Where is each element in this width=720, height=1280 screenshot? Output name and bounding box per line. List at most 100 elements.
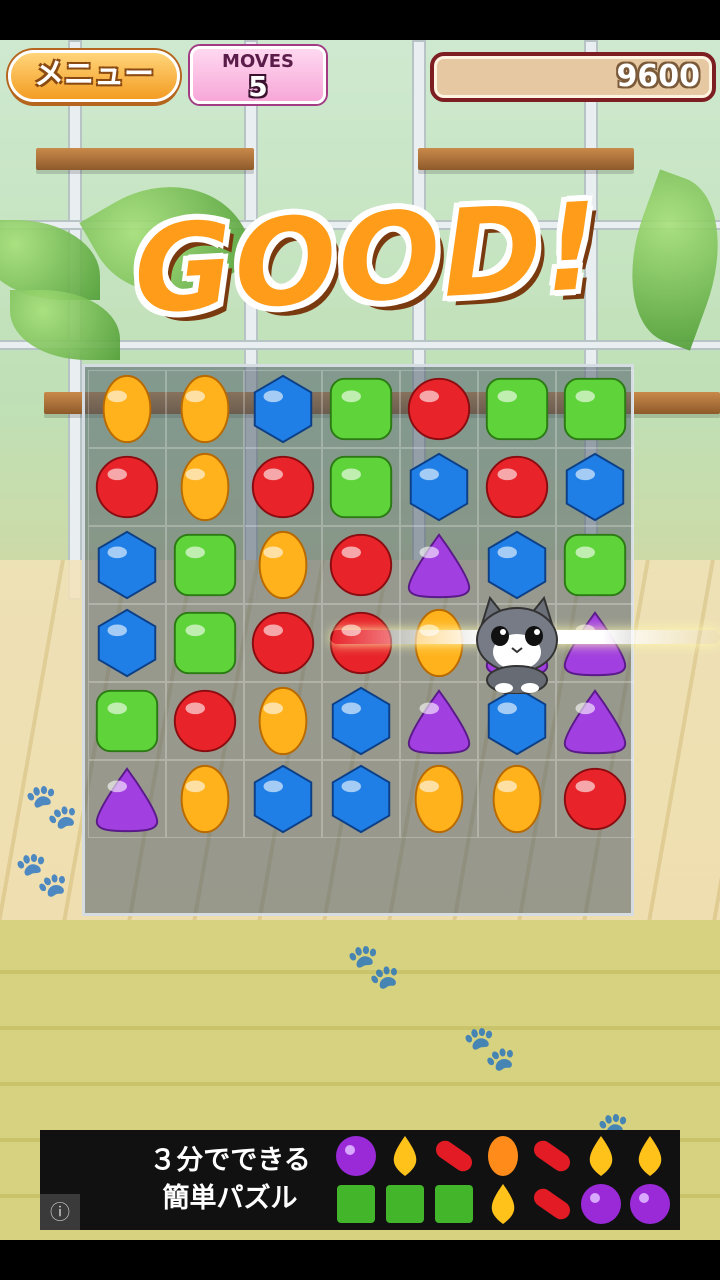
- red-candy-icon: [95, 455, 159, 519]
- combo-popup-text: GOOD!: [130, 177, 605, 341]
- orange-oval-icon: [488, 1136, 518, 1176]
- blue-candy-icon: [487, 530, 547, 600]
- purple-flower-icon: [581, 1184, 621, 1224]
- yellow-drop-icon: [638, 1136, 662, 1176]
- red-candy-icon: [173, 689, 237, 753]
- board-cell[interactable]: [244, 370, 322, 448]
- board-cell[interactable]: [400, 448, 478, 526]
- orange-candy-icon: [180, 374, 230, 444]
- red-candy-icon: [251, 611, 315, 675]
- green-square-icon: [337, 1185, 375, 1223]
- menu-button[interactable]: メニュー: [8, 50, 180, 102]
- green-candy-icon: [563, 533, 627, 597]
- paw-print-icon: 🐾: [14, 849, 69, 900]
- red-candy-icon: [407, 377, 471, 441]
- board-cell[interactable]: [166, 760, 244, 838]
- purple-candy-icon: [407, 689, 471, 755]
- orange-candy-icon: [180, 452, 230, 522]
- ad-candy-grid: [336, 1136, 670, 1224]
- board-cell[interactable]: [478, 448, 556, 526]
- blue-candy-icon: [253, 374, 313, 444]
- board-cell[interactable]: [166, 526, 244, 604]
- board-cell[interactable]: [166, 448, 244, 526]
- blue-candy-icon: [331, 686, 391, 756]
- board-cell[interactable]: [244, 682, 322, 760]
- green-candy-icon: [173, 611, 237, 675]
- board-cell[interactable]: [88, 526, 166, 604]
- board-cell[interactable]: [88, 370, 166, 448]
- green-square-icon: [435, 1185, 473, 1223]
- paw-print-icon: 🐾: [24, 781, 79, 832]
- orange-candy-icon: [102, 374, 152, 444]
- ad-text: ３分でできる 簡単パズル: [110, 1142, 350, 1218]
- board-cell[interactable]: [400, 526, 478, 604]
- board-cell[interactable]: [88, 448, 166, 526]
- board-cell[interactable]: [244, 604, 322, 682]
- board-cell[interactable]: [322, 448, 400, 526]
- board-cell[interactable]: [322, 370, 400, 448]
- red-candy-icon: [485, 455, 549, 519]
- orange-candy-icon: [258, 686, 308, 756]
- board-cell[interactable]: [556, 370, 634, 448]
- green-candy-icon: [485, 377, 549, 441]
- board-cell[interactable]: [478, 526, 556, 604]
- paw-print-icon: 🐾: [462, 1023, 517, 1074]
- board-cell[interactable]: [556, 448, 634, 526]
- yellow-drop-icon: [589, 1136, 613, 1176]
- green-square-icon: [386, 1185, 424, 1223]
- red-bean-icon: [533, 1140, 571, 1172]
- red-bean-icon: [533, 1188, 571, 1220]
- green-candy-icon: [329, 377, 393, 441]
- plant-leaf: [605, 169, 720, 351]
- board-cell[interactable]: [478, 370, 556, 448]
- wooden-shelf: [418, 148, 634, 170]
- status-bar: [0, 0, 720, 40]
- purple-candy-icon: [407, 533, 471, 599]
- green-candy-icon: [563, 377, 627, 441]
- blue-candy-icon: [97, 530, 157, 600]
- board-cell[interactable]: [88, 604, 166, 682]
- ad-line-1: ３分でできる: [149, 1145, 311, 1176]
- moves-counter: MOVES 5: [190, 46, 326, 104]
- green-candy-icon: [329, 455, 393, 519]
- board-cell[interactable]: [166, 604, 244, 682]
- blue-candy-icon: [331, 764, 391, 834]
- blue-candy-icon: [565, 452, 625, 522]
- purple-flower-icon: [630, 1184, 670, 1224]
- green-candy-icon: [95, 689, 159, 753]
- ad-line-2: 簡単パズル: [162, 1183, 298, 1214]
- blue-candy-icon: [409, 452, 469, 522]
- blue-candy-icon: [97, 608, 157, 678]
- board-cell[interactable]: [244, 760, 322, 838]
- blue-candy-icon: [253, 764, 313, 834]
- score-value: 9600: [616, 59, 701, 94]
- ad-banner[interactable]: ３分でできる 簡単パズル ⓘ: [40, 1130, 680, 1230]
- board-cell[interactable]: [322, 760, 400, 838]
- info-icon[interactable]: ⓘ: [40, 1194, 80, 1230]
- purple-candy-icon: [95, 767, 159, 833]
- score-display: 9600: [430, 52, 716, 102]
- board-cell[interactable]: [166, 370, 244, 448]
- red-bean-icon: [435, 1140, 473, 1172]
- board-cell[interactable]: [88, 760, 166, 838]
- wooden-shelf: [36, 148, 254, 170]
- board-cell[interactable]: [166, 682, 244, 760]
- orange-candy-icon: [492, 764, 542, 834]
- red-candy-icon: [251, 455, 315, 519]
- cat-mascot-icon: [476, 595, 558, 694]
- board-cell[interactable]: [556, 526, 634, 604]
- board-cell[interactable]: [244, 448, 322, 526]
- blue-candy-icon: [487, 686, 547, 756]
- board-cell[interactable]: [322, 682, 400, 760]
- board-cell[interactable]: [244, 526, 322, 604]
- board-cell[interactable]: [322, 526, 400, 604]
- red-candy-icon: [329, 533, 393, 597]
- board-cell[interactable]: [400, 760, 478, 838]
- yellow-drop-icon: [393, 1136, 417, 1176]
- board-cell[interactable]: [556, 760, 634, 838]
- board-cell[interactable]: [478, 760, 556, 838]
- board-cell[interactable]: [88, 682, 166, 760]
- moves-value: 5: [248, 70, 268, 103]
- orange-candy-icon: [414, 764, 464, 834]
- board-cell[interactable]: [400, 370, 478, 448]
